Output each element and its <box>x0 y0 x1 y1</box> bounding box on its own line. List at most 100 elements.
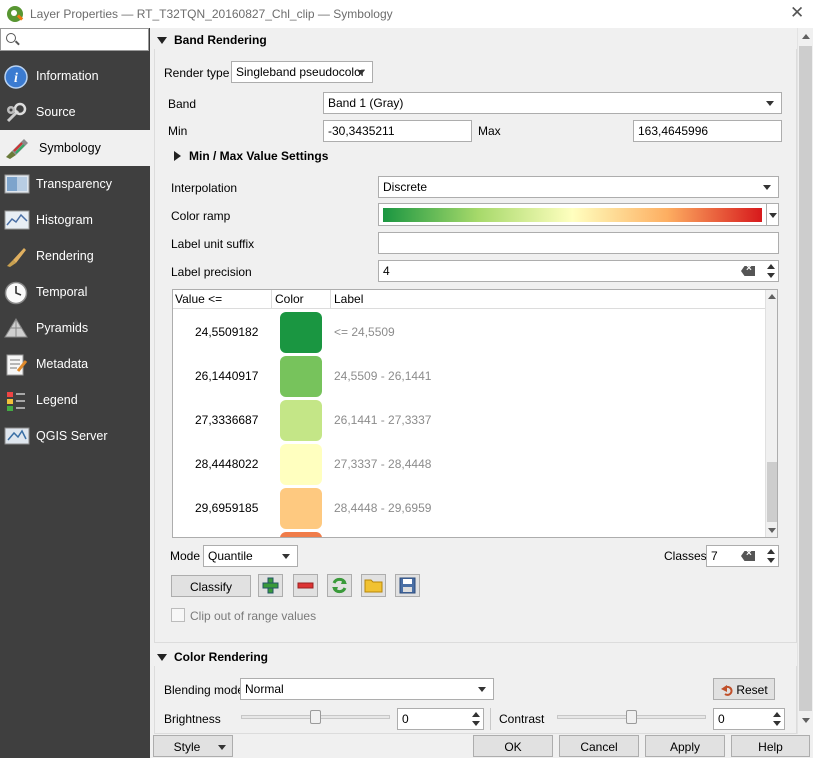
scroll-up-icon[interactable] <box>768 294 776 299</box>
band-combo[interactable]: Band 1 (Gray) <box>323 92 782 114</box>
class-label[interactable]: 27,3337 - 28,4448 <box>334 457 431 471</box>
brightness-spinbox[interactable]: 0 <box>397 708 484 730</box>
table-row[interactable] <box>173 530 765 537</box>
label-unit-suffix-field[interactable] <box>378 232 779 254</box>
scroll-down-icon[interactable] <box>768 528 776 533</box>
sidebar-item-qgis-server[interactable]: QGIS Server <box>0 418 150 454</box>
clear-icon[interactable] <box>741 266 755 276</box>
class-color-swatch[interactable] <box>280 356 322 397</box>
band-label: Band <box>168 97 197 111</box>
band-rendering-header[interactable]: Band Rendering <box>174 33 267 47</box>
scroll-thumb[interactable] <box>799 46 812 711</box>
scroll-down-icon[interactable] <box>802 718 810 723</box>
class-value[interactable]: 24,5509182 <box>195 325 275 339</box>
class-color-swatch[interactable] <box>280 488 322 529</box>
expand-arrow-icon[interactable] <box>174 151 181 161</box>
class-color-swatch[interactable] <box>280 400 322 441</box>
sidebar-item-rendering[interactable]: Rendering <box>0 238 150 274</box>
sidebar-item-histogram[interactable]: Histogram <box>0 202 150 238</box>
export-color-map-button[interactable] <box>395 574 420 597</box>
cancel-button[interactable]: Cancel <box>559 735 639 757</box>
class-value[interactable]: 29,6959185 <box>195 501 275 515</box>
brightness-slider-handle[interactable] <box>310 710 321 724</box>
load-color-map-button[interactable] <box>361 574 386 597</box>
class-color-swatch[interactable] <box>280 312 322 353</box>
minmax-settings-header[interactable]: Min / Max Value Settings <box>189 149 328 163</box>
refresh-icon <box>332 577 347 594</box>
color-ramp-button[interactable] <box>378 203 767 226</box>
sidebar-item-source[interactable]: Source <box>0 94 150 130</box>
clear-icon[interactable] <box>741 551 755 561</box>
collapse-arrow-icon[interactable] <box>157 37 167 44</box>
divider <box>490 708 491 730</box>
mode-label: Mode <box>170 549 201 563</box>
ok-button[interactable]: OK <box>473 735 553 757</box>
scroll-up-icon[interactable] <box>802 34 810 39</box>
sidebar-item-legend[interactable]: Legend <box>0 382 150 418</box>
class-label[interactable]: <= 24,5509 <box>334 325 395 339</box>
contrast-spinbox[interactable]: 0 <box>713 708 785 730</box>
qgis-logo-icon <box>7 6 23 22</box>
style-button[interactable]: Style <box>153 735 233 757</box>
table-row[interactable]: 29,6959185 28,4448 - 29,6959 <box>173 486 765 530</box>
sidebar-item-symbology[interactable]: Symbology <box>0 130 150 166</box>
blending-mode-label: Blending mode <box>164 683 245 697</box>
apply-button[interactable]: Apply <box>645 735 725 757</box>
sidebar-item-information[interactable]: i Information <box>0 58 150 94</box>
class-label[interactable]: 28,4448 - 29,6959 <box>334 501 431 515</box>
add-class-button[interactable] <box>258 574 283 597</box>
collapse-arrow-icon[interactable] <box>157 654 167 661</box>
classes-table[interactable]: Value <= Color Label 24,5509182 <= 24,55… <box>172 289 778 538</box>
close-icon[interactable]: ✕ <box>790 3 804 23</box>
scroll-thumb[interactable] <box>767 462 777 522</box>
class-value[interactable]: 28,4448022 <box>195 457 275 471</box>
table-scrollbar[interactable] <box>765 290 777 537</box>
color-rendering-header[interactable]: Color Rendering <box>174 650 268 664</box>
reset-button[interactable]: Reset <box>713 678 775 700</box>
classify-button[interactable]: Classify <box>171 575 251 597</box>
interpolation-combo[interactable]: Discrete <box>378 176 779 198</box>
class-color-swatch[interactable] <box>280 444 322 485</box>
search-input[interactable] <box>0 28 149 51</box>
min-field[interactable]: -30,3435211 <box>323 120 472 142</box>
contrast-slider-handle[interactable] <box>626 710 637 724</box>
column-header-label[interactable]: Label <box>334 292 363 306</box>
label-precision-label: Label precision <box>171 265 252 279</box>
classes-spinbox[interactable]: 7 <box>706 545 779 567</box>
sidebar-item-metadata[interactable]: Metadata <box>0 346 150 382</box>
window-title: Layer Properties — RT_T32TQN_20160827_Ch… <box>30 7 393 21</box>
table-row[interactable]: 27,3336687 26,1441 - 27,3337 <box>173 398 765 442</box>
sidebar-item-pyramids[interactable]: Pyramids <box>0 310 150 346</box>
spin-buttons[interactable] <box>764 261 778 281</box>
sidebar-item-label: Rendering <box>36 249 94 263</box>
table-row[interactable]: 26,1440917 24,5509 - 26,1441 <box>173 354 765 398</box>
spin-buttons[interactable] <box>770 709 784 729</box>
column-header-value[interactable]: Value <= <box>175 292 222 306</box>
remove-class-button[interactable] <box>293 574 318 597</box>
class-value[interactable]: 26,1440917 <box>195 369 275 383</box>
sidebar-item-transparency[interactable]: Transparency <box>0 166 150 202</box>
folder-icon <box>364 579 383 593</box>
spin-buttons[interactable] <box>469 709 483 729</box>
panel-scrollbar[interactable] <box>797 28 813 734</box>
class-label[interactable]: 26,1441 - 27,3337 <box>334 413 431 427</box>
clip-checkbox[interactable] <box>171 608 185 622</box>
column-header-color[interactable]: Color <box>275 292 304 306</box>
color-ramp-dropdown[interactable] <box>767 203 779 226</box>
class-value[interactable]: 27,3336687 <box>195 413 275 427</box>
class-label[interactable]: 24,5509 - 26,1441 <box>334 369 431 383</box>
class-color-swatch[interactable] <box>280 532 322 537</box>
label-precision-spinbox[interactable]: 4 <box>378 260 779 282</box>
table-row[interactable]: 24,5509182 <= 24,5509 <box>173 310 765 354</box>
reverse-colors-button[interactable] <box>327 574 352 597</box>
spin-buttons[interactable] <box>764 546 778 566</box>
render-type-combo[interactable]: Singleband pseudocolor <box>231 61 373 83</box>
sidebar-item-temporal[interactable]: Temporal <box>0 274 150 310</box>
blending-mode-combo[interactable]: Normal <box>240 678 494 700</box>
table-row[interactable]: 28,4448022 27,3337 - 28,4448 <box>173 442 765 486</box>
max-field[interactable]: 163,4645996 <box>633 120 782 142</box>
brush-icon <box>4 137 28 159</box>
label-unit-suffix-label: Label unit suffix <box>171 237 255 251</box>
help-button[interactable]: Help <box>731 735 810 757</box>
mode-combo[interactable]: Quantile <box>203 545 298 567</box>
